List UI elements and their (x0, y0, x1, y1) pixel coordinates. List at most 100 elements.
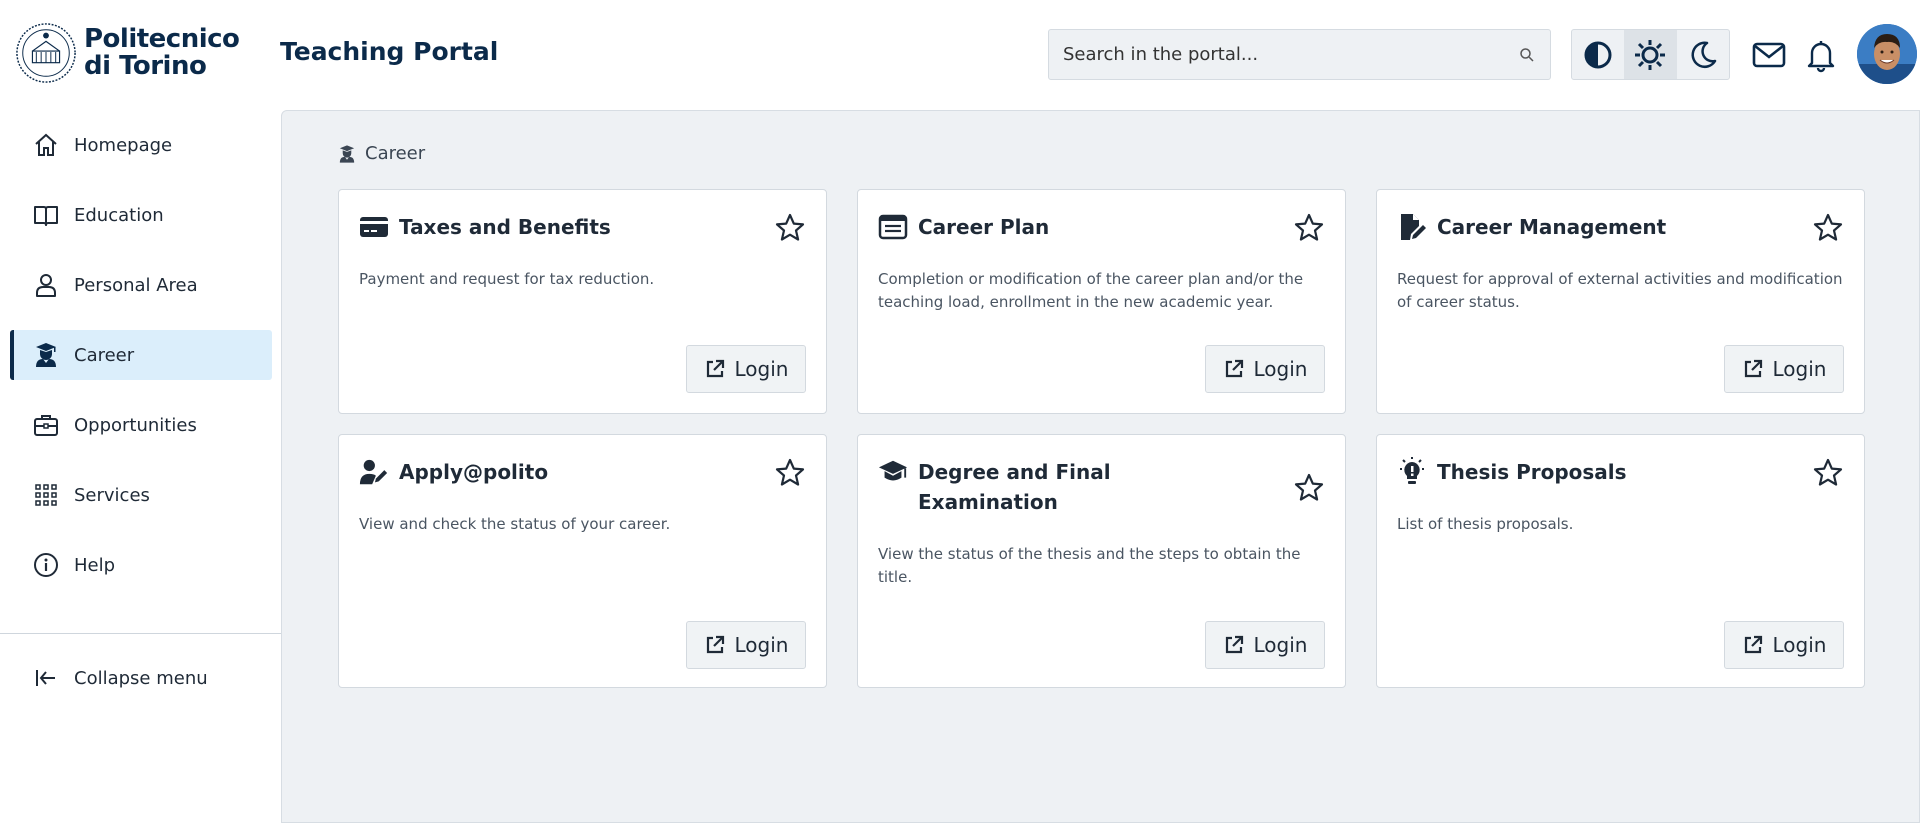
collapse-menu-label: Collapse menu (74, 667, 208, 689)
login-label: Login (1772, 357, 1827, 381)
card-description: View the status of the thesis and the st… (878, 545, 1301, 586)
external-link-icon (1744, 635, 1762, 654)
list-card-icon (878, 214, 908, 240)
card-description: List of thesis proposals. (1397, 515, 1574, 533)
login-button[interactable]: Login (1724, 345, 1844, 393)
login-label: Login (1772, 633, 1827, 657)
star-icon[interactable] (774, 212, 806, 244)
graduate-icon (36, 343, 56, 367)
sidebar-item-label: Homepage (74, 134, 173, 156)
card-description: Completion or modification of the career… (878, 270, 1304, 311)
theme-switcher (1571, 29, 1730, 80)
sun-icon (1635, 39, 1666, 70)
card-description: View and check the status of your career… (359, 515, 671, 533)
card-title: Career Management (1437, 215, 1667, 239)
search-icon[interactable] (1518, 46, 1536, 64)
graduation-cap-icon (878, 460, 908, 481)
card-degree-and-final-examination: Degree and Final Examination View the st… (857, 434, 1346, 688)
user-edit-icon (359, 459, 388, 485)
info-icon (34, 553, 58, 577)
card-career-plan: Career Plan Completion or modification o… (857, 189, 1346, 414)
external-link-icon (706, 635, 724, 654)
star-icon[interactable] (1293, 472, 1325, 504)
sidebar-item-personal-area[interactable]: Personal Area (10, 260, 272, 310)
card-header: Apply@polito (359, 457, 759, 487)
sidebar: Homepage Education Personal Area Career … (0, 108, 282, 823)
card-header: Career Plan (878, 212, 1278, 242)
external-link-icon (1225, 359, 1243, 378)
search-box (1048, 29, 1551, 80)
user-icon (36, 274, 56, 297)
sidebar-item-services[interactable]: Services (10, 470, 272, 520)
sidebar-item-opportunities[interactable]: Opportunities (10, 400, 272, 450)
portal-title: Teaching Portal (280, 37, 499, 66)
book-icon (34, 206, 58, 226)
login-button[interactable]: Login (1724, 621, 1844, 669)
main-content: Career Taxes and Benefits Payment and re… (281, 110, 1920, 823)
card-title: Degree and Final Examination (918, 460, 1111, 514)
sidebar-item-label: Opportunities (74, 414, 197, 436)
light-mode-button[interactable] (1624, 30, 1677, 79)
grid-icon (35, 484, 57, 506)
card-header: Taxes and Benefits (359, 212, 759, 242)
card-apply-polito: Apply@polito View and check the status o… (338, 434, 827, 688)
sidebar-item-help[interactable]: Help (10, 540, 272, 590)
mail-icon (1752, 42, 1786, 68)
sidebar-item-label: Education (74, 204, 164, 226)
bell-icon (1807, 41, 1835, 73)
card-title: Career Plan (918, 215, 1050, 239)
graduate-icon (339, 144, 355, 163)
mail-button[interactable] (1750, 36, 1788, 74)
login-button[interactable]: Login (1205, 345, 1325, 393)
login-button[interactable]: Login (1205, 621, 1325, 669)
login-button[interactable]: Login (686, 621, 806, 669)
card-description: Payment and request for tax reduction. (359, 270, 655, 288)
file-edit-icon (1401, 214, 1426, 240)
contrast-mode-button[interactable] (1572, 30, 1624, 79)
sidebar-item-label: Career (74, 344, 135, 366)
card-title: Apply@polito (399, 460, 549, 484)
card-title: Thesis Proposals (1437, 460, 1627, 484)
card-header: Career Management (1397, 212, 1797, 242)
avatar-image (1857, 24, 1917, 84)
card-taxes-and-benefits: Taxes and Benefits Payment and request f… (338, 189, 827, 414)
contrast-icon (1584, 41, 1612, 68)
external-link-icon (1225, 635, 1243, 654)
sidebar-item-label: Help (74, 554, 116, 576)
star-icon[interactable] (1812, 457, 1844, 489)
star-icon[interactable] (774, 457, 806, 489)
card-career-management: Career Management Request for approval o… (1376, 189, 1865, 414)
star-icon[interactable] (1812, 212, 1844, 244)
logo-line2: di Torino (84, 51, 207, 81)
login-label: Login (1253, 633, 1308, 657)
card-description: Request for approval of external activit… (1397, 270, 1843, 311)
login-label: Login (734, 357, 789, 381)
sidebar-item-career[interactable]: Career (10, 330, 272, 380)
login-button[interactable]: Login (686, 345, 806, 393)
breadcrumb-label: Career (365, 143, 426, 164)
polito-seal-icon (16, 23, 76, 83)
collapse-icon (36, 670, 55, 686)
card-thesis-proposals: Thesis Proposals List of thesis proposal… (1376, 434, 1865, 688)
logo-line1: Politecnico (84, 24, 240, 54)
notifications-button[interactable] (1802, 36, 1840, 74)
briefcase-icon (34, 415, 58, 436)
sidebar-item-label: Services (74, 484, 150, 506)
credit-card-icon (360, 217, 388, 237)
collapse-menu-button[interactable]: Collapse menu (10, 653, 272, 703)
external-link-icon (706, 359, 724, 378)
moon-icon (1691, 41, 1717, 68)
login-label: Login (734, 633, 789, 657)
dark-mode-button[interactable] (1677, 30, 1729, 79)
sidebar-item-homepage[interactable]: Homepage (10, 120, 272, 170)
star-icon[interactable] (1293, 212, 1325, 244)
avatar[interactable] (1857, 24, 1917, 84)
sidebar-item-education[interactable]: Education (10, 190, 272, 240)
logo[interactable]: Politecnico di Torino (14, 22, 240, 84)
logo-text: Politecnico di Torino (84, 24, 240, 81)
lightbulb-icon (1400, 457, 1424, 484)
search-input[interactable] (1063, 44, 1518, 65)
sidebar-item-label: Personal Area (74, 274, 198, 296)
breadcrumb[interactable]: Career (337, 143, 425, 164)
card-header: Degree and Final Examination (878, 457, 1138, 517)
